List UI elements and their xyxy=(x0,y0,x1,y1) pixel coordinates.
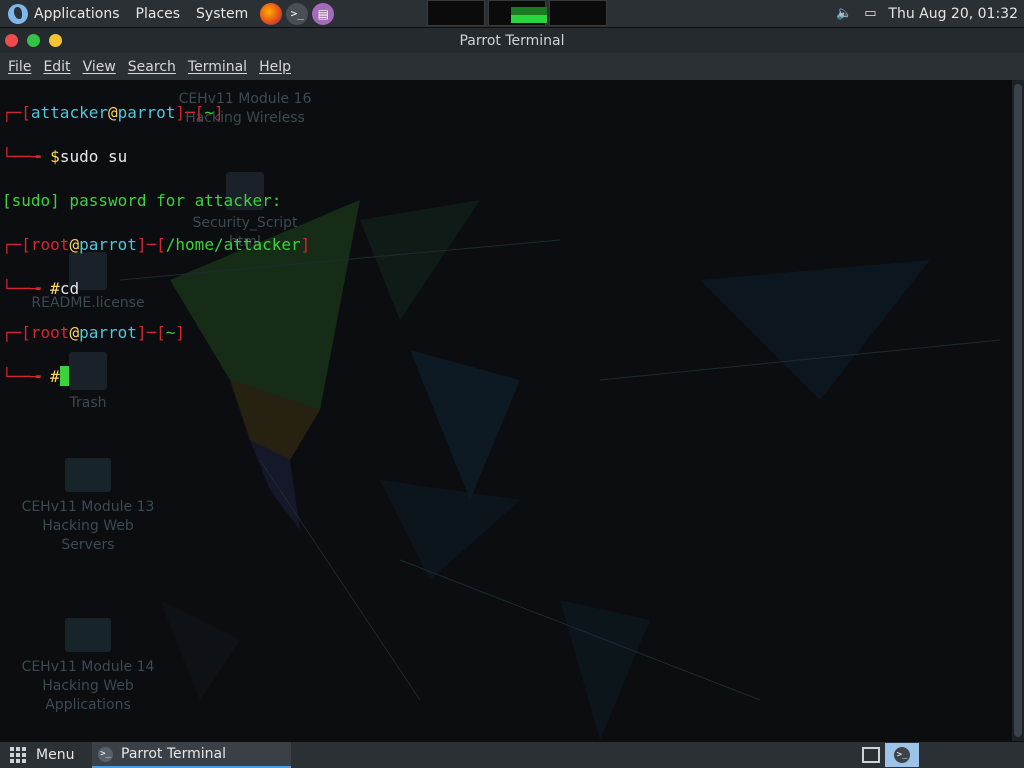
firefox-icon[interactable] xyxy=(260,2,283,25)
scrollbar-thumb[interactable] xyxy=(1014,84,1022,737)
command-line: └──╼ #cd xyxy=(2,279,80,298)
menu-bar: File Edit View Search Terminal Help xyxy=(0,53,1024,80)
scrollbar[interactable] xyxy=(1012,80,1024,741)
top-panel: Applications Places System >_ ▤ 🔈 ▭ Thu … xyxy=(0,0,1024,27)
command-line[interactable]: └──╼ # xyxy=(2,366,310,388)
desktop-icon-label: CEHv11 Module 14 Hacking Web Application… xyxy=(21,659,155,713)
command-line: └──╼ $sudo su xyxy=(2,147,128,166)
terminal-cursor xyxy=(59,366,69,386)
system-monitors[interactable] xyxy=(427,0,607,26)
folder-icon xyxy=(65,618,111,652)
prompt-line: ┌─[root@parrot]─[~] xyxy=(2,323,186,342)
desktop-icon-module14: CEHv11 Module 14 Hacking Web Application… xyxy=(8,618,168,715)
active-window-indicator[interactable]: >_ xyxy=(885,743,919,767)
parrot-logo-icon xyxy=(8,3,28,24)
memory-monitor[interactable] xyxy=(488,0,547,26)
folder-icon xyxy=(65,458,111,492)
terminal-icon[interactable]: >_ xyxy=(286,2,309,25)
display-icon[interactable]: ▭ xyxy=(862,6,878,21)
title-bar[interactable]: Parrot Terminal xyxy=(0,28,1024,53)
desktop-icon-module13: CEHv11 Module 13 Hacking Web Servers xyxy=(8,458,168,555)
terminal-window: Parrot Terminal File Edit View Search Te… xyxy=(0,28,1024,741)
output-line: [sudo] password for attacker: xyxy=(2,191,282,210)
terminal-icon: >_ xyxy=(894,747,910,763)
prompt-line: ┌─[attacker@parrot]─[~] xyxy=(2,103,224,122)
volume-icon[interactable]: 🔈 xyxy=(836,6,852,21)
clock[interactable]: Thu Aug 20, 01:32 xyxy=(888,6,1018,22)
terminal-icon: >_ xyxy=(98,746,113,762)
menu-label: Menu xyxy=(36,747,75,763)
system-menu[interactable]: System xyxy=(188,0,256,27)
network-monitor[interactable] xyxy=(549,0,607,26)
applications-label: Applications xyxy=(34,5,120,22)
menu-view[interactable]: View xyxy=(77,59,122,75)
window-title: Parrot Terminal xyxy=(459,32,565,49)
taskbar-item-label: Parrot Terminal xyxy=(121,746,227,762)
desktop-icon-label: CEHv11 Module 13 Hacking Web Servers xyxy=(21,499,155,553)
prompt-line: ┌─[root@parrot]─[/home/attacker] xyxy=(2,235,311,254)
menu-help[interactable]: Help xyxy=(253,59,297,75)
workspace-switcher-icon[interactable] xyxy=(862,747,880,763)
app-grid-icon xyxy=(10,747,26,763)
terminal-content[interactable]: CEHv11 Module 16 Hacking Wireless Securi… xyxy=(0,80,1024,741)
menu-button[interactable]: Menu xyxy=(0,742,84,768)
menu-edit[interactable]: Edit xyxy=(37,59,76,75)
menu-terminal[interactable]: Terminal xyxy=(182,59,253,75)
maximize-button[interactable] xyxy=(49,34,62,47)
applications-menu[interactable]: Applications xyxy=(0,0,128,27)
cpu-monitor[interactable] xyxy=(427,0,485,26)
places-menu[interactable]: Places xyxy=(128,0,189,27)
text-editor-icon[interactable]: ▤ xyxy=(312,2,335,25)
menu-file[interactable]: File xyxy=(2,59,37,75)
menu-search[interactable]: Search xyxy=(122,59,182,75)
close-button[interactable] xyxy=(5,34,18,47)
bottom-panel: Menu >_ Parrot Terminal >_ xyxy=(0,742,1024,768)
taskbar-item-terminal[interactable]: >_ Parrot Terminal xyxy=(92,742,291,768)
minimize-button[interactable] xyxy=(27,34,40,47)
terminal-output: ┌─[attacker@parrot]─[~] └──╼ $sudo su [s… xyxy=(2,80,310,432)
